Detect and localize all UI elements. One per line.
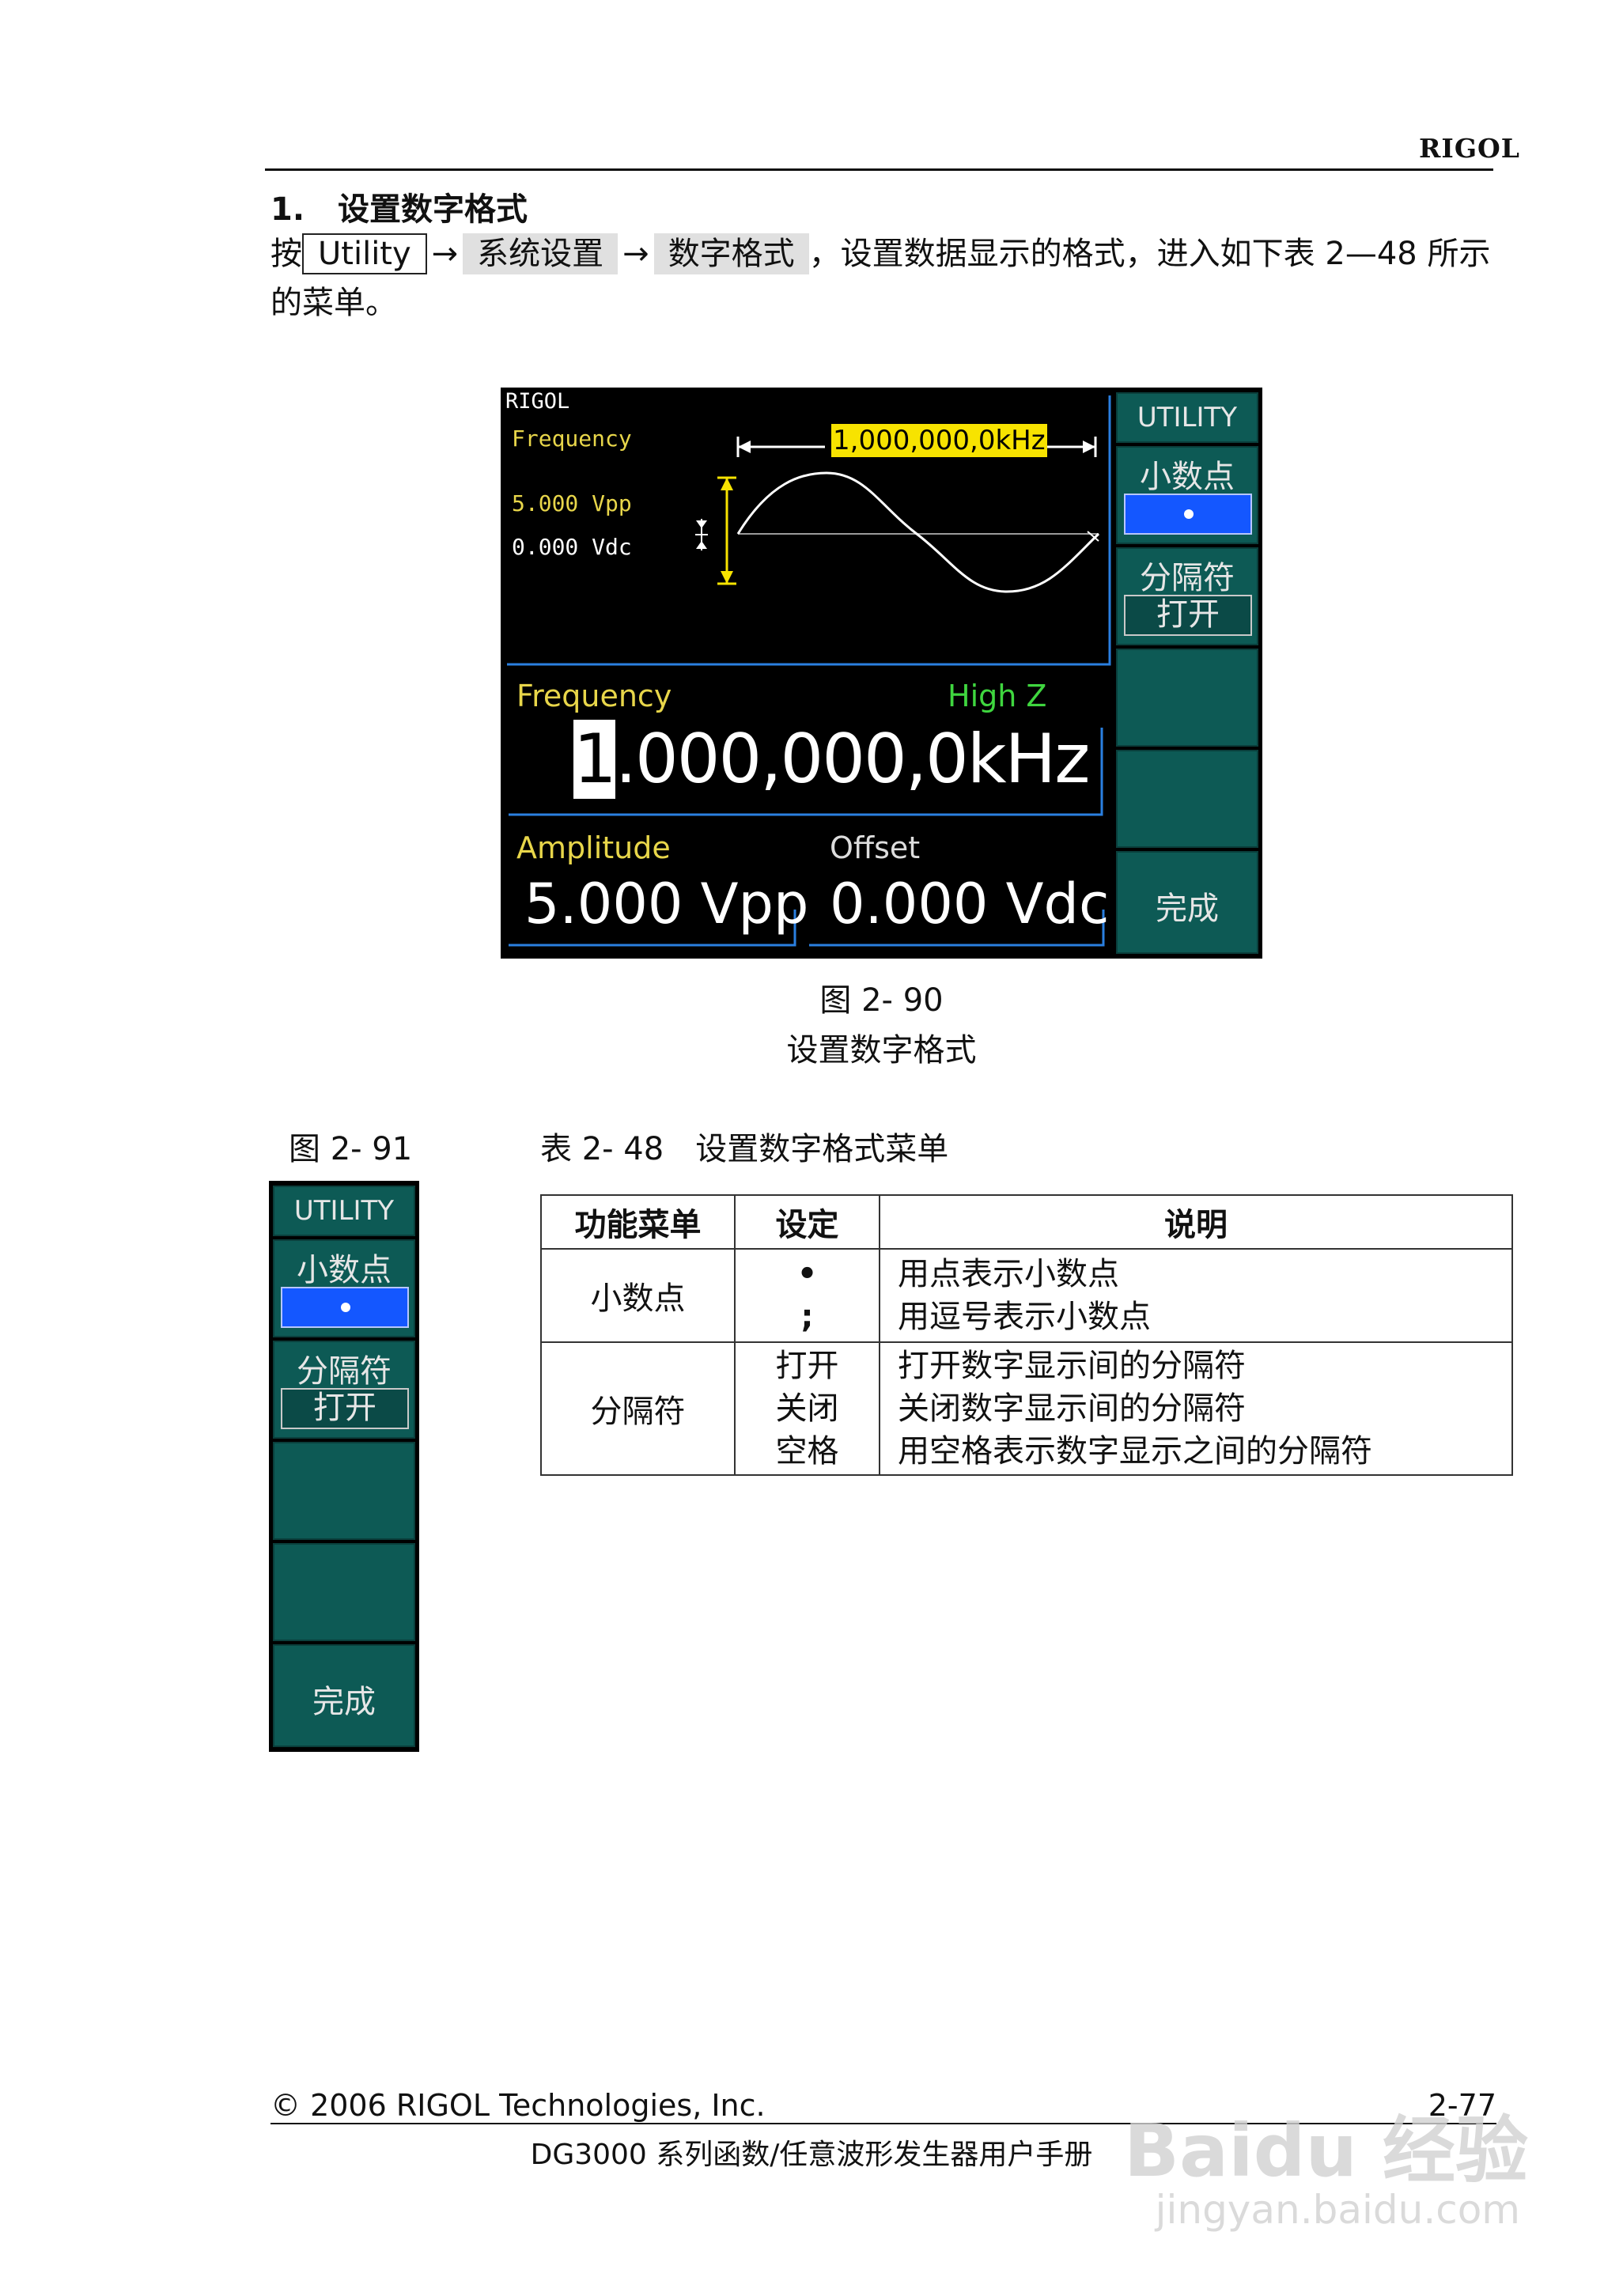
table-header: 设定 xyxy=(734,1194,880,1250)
panel-blank-button-2[interactable] xyxy=(273,1543,415,1641)
header-rule xyxy=(265,168,1493,171)
table-cell-settings: • ; xyxy=(734,1248,880,1343)
desc-line: 用逗号表示小数点 xyxy=(898,1299,1151,1335)
frequency-value: 1.000,000,0kHz xyxy=(573,720,1091,799)
freq-badge-first: 1 xyxy=(833,425,850,456)
frequency-label: Frequency xyxy=(516,679,672,713)
header-brand: RIGOL xyxy=(1419,133,1520,164)
table-row: 分隔符 打开 关闭 空格 打开数字显示间的分隔符 关闭数字显示间的分隔符 用空格… xyxy=(540,1341,1513,1476)
desc-line: 关闭数字显示间的分隔符 xyxy=(898,1390,1246,1427)
table-cell-desc: 用点表示小数点 用逗号表示小数点 xyxy=(879,1248,1513,1343)
utility-menu-panel: UTILITY 小数点 分隔符 打开 完成 xyxy=(269,1181,419,1752)
table-header: 说明 xyxy=(879,1194,1513,1250)
section-title-text: 设置数字格式 xyxy=(338,191,528,228)
freq-span-badge: 1,000,000,0kHz xyxy=(831,424,1047,457)
frequency-value-rest: .000,000,0kHz xyxy=(615,720,1091,799)
desc-line: 用空格表示数字显示之间的分隔符 xyxy=(898,1433,1372,1470)
fig90-caption: 设置数字格式 xyxy=(786,1032,977,1069)
instrument-screen: RIGOL Frequency 5.000 Vpp 0.000 Vdc 1,00… xyxy=(501,388,1262,959)
setting-comma: ; xyxy=(800,1299,814,1335)
desc-line: 打开数字显示间的分隔符 xyxy=(898,1348,1246,1384)
fig90-number: 图 2- 90 xyxy=(819,982,944,1019)
menu-title-utility: UTILITY xyxy=(1116,392,1258,443)
panel-menu-title-text: UTILITY xyxy=(293,1195,395,1227)
table-cell-settings: 打开 关闭 空格 xyxy=(734,1341,880,1476)
panel-menu-title: UTILITY xyxy=(273,1186,415,1236)
menu-done-label: 完成 xyxy=(1156,891,1219,927)
table-caption: 表 2- 48 设置数字格式菜单 xyxy=(540,1131,949,1167)
panel-done-label: 完成 xyxy=(312,1684,376,1720)
arrow-icon: → xyxy=(431,236,459,272)
panel-decimal-label: 小数点 xyxy=(297,1252,392,1288)
table-cell-menu: 分隔符 xyxy=(540,1341,736,1476)
fig91-number: 图 2- 91 xyxy=(289,1131,413,1167)
offset-value: 0.000 Vdc xyxy=(830,872,1110,936)
instruction-paragraph: 按 Utility → 系统设置 → 数字格式 ，设置数据显示的格式，进入如下表 2—48 … xyxy=(270,229,1496,327)
setting-dot: • xyxy=(796,1256,818,1292)
dot-icon xyxy=(1184,509,1194,519)
section-number: 1. xyxy=(270,191,305,228)
section-title: 1. 设置数字格式 xyxy=(270,183,528,229)
baidu-watermark: Baidu 经验 xyxy=(1123,2109,1528,2193)
setting-space: 空格 xyxy=(775,1433,839,1470)
freq-badge-rest: ,000,000,0kHz xyxy=(849,425,1046,456)
panel-decimal-value xyxy=(281,1287,409,1328)
panel-separator-button[interactable]: 分隔符 打开 xyxy=(273,1341,415,1439)
table-header: 功能菜单 xyxy=(540,1194,736,1250)
menu-decimal-label: 小数点 xyxy=(1140,459,1235,495)
panel-separator-value: 打开 xyxy=(281,1388,409,1429)
arrow-icon: → xyxy=(622,236,649,272)
softkey-number-format: 数字格式 xyxy=(653,233,809,274)
softkey-system-setup: 系统设置 xyxy=(463,233,619,274)
baidu-watermark-url: jingyan.baidu.com xyxy=(1155,2187,1520,2233)
setting-on: 打开 xyxy=(775,1348,839,1384)
decimal-selected-value xyxy=(1124,494,1252,535)
menu-decimal-button[interactable]: 小数点 xyxy=(1116,446,1258,544)
edit-cursor-digit: 1 xyxy=(573,720,617,799)
utility-key: Utility xyxy=(302,233,427,274)
impedance-label: High Z xyxy=(948,679,1047,713)
panel-decimal-button[interactable]: 小数点 xyxy=(273,1239,415,1337)
separator-selected-value: 打开 xyxy=(1124,595,1252,636)
menu-blank-button-1[interactable] xyxy=(1116,649,1258,747)
panel-blank-button-1[interactable] xyxy=(273,1442,415,1540)
menu-blank-button-2[interactable] xyxy=(1116,750,1258,848)
amplitude-label: Amplitude xyxy=(516,830,671,865)
menu-separator-button[interactable]: 分隔符 打开 xyxy=(1116,547,1258,645)
instruction-prefix: 按 xyxy=(270,236,302,272)
menu-separator-label: 分隔符 xyxy=(1140,560,1235,596)
menu-title-text: UTILITY xyxy=(1137,402,1238,433)
table-cell-menu: 小数点 xyxy=(540,1248,736,1343)
offset-label: Offset xyxy=(830,830,921,865)
menu-done-button[interactable]: 完成 xyxy=(1116,851,1258,954)
panel-separator-label: 分隔符 xyxy=(297,1353,392,1390)
footer-copyright: © 2006 RIGOL Technologies, Inc. xyxy=(270,2088,766,2123)
table-header-row: 功能菜单 设定 说明 xyxy=(540,1194,1513,1250)
table-cell-desc: 打开数字显示间的分隔符 关闭数字显示间的分隔符 用空格表示数字显示之间的分隔符 xyxy=(879,1341,1513,1476)
table-row: 小数点 • ; 用点表示小数点 用逗号表示小数点 xyxy=(540,1248,1513,1343)
desc-line: 用点表示小数点 xyxy=(898,1256,1119,1292)
panel-done-button[interactable]: 完成 xyxy=(273,1644,415,1747)
format-menu-table: 功能菜单 设定 说明 小数点 • ; 用点表示小数点 用逗号表示小数点 分隔符 … xyxy=(540,1194,1513,1476)
amplitude-value: 5.000 Vpp xyxy=(524,872,809,936)
dot-icon xyxy=(341,1303,350,1312)
setting-off: 关闭 xyxy=(775,1390,839,1427)
